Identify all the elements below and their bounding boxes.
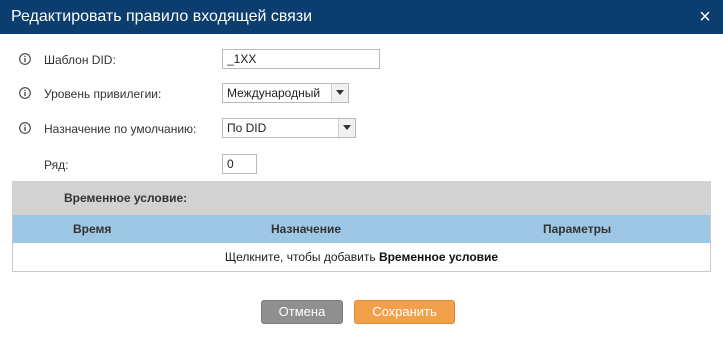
default-destination-label: Назначение по умолчанию:: [44, 122, 197, 136]
default-destination-value: По DID: [227, 121, 267, 135]
row-input[interactable]: [222, 154, 257, 174]
did-pattern-label: Шаблон DID:: [44, 53, 116, 67]
column-header-parameters: Параметры: [543, 222, 612, 236]
dropdown-arrow-icon[interactable]: [331, 84, 348, 102]
default-destination-select[interactable]: По DID: [222, 118, 356, 138]
info-icon[interactable]: [19, 87, 31, 99]
did-pattern-row: Шаблон DID:: [0, 49, 723, 71]
close-button[interactable]: ×: [695, 7, 715, 27]
time-condition-table-body: Щелкните, чтобы добавить Временное услов…: [12, 243, 711, 272]
column-header-destination: Назначение: [271, 222, 342, 236]
privilege-level-label: Уровень привилегии:: [44, 87, 162, 101]
dropdown-arrow-icon[interactable]: [338, 119, 355, 137]
info-icon[interactable]: [19, 53, 31, 65]
privilege-level-value: Международный: [227, 86, 321, 100]
row-field-row: Ряд:: [0, 154, 723, 176]
did-pattern-input[interactable]: [222, 49, 380, 69]
save-button[interactable]: Сохранить: [354, 300, 455, 324]
cancel-button[interactable]: Отмена: [261, 300, 343, 324]
dialog-titlebar: Редактировать правило входящей связи ×: [0, 0, 723, 34]
time-condition-title: Временное условие:: [64, 191, 188, 205]
add-hint-emphasis: Временное условие: [378, 250, 499, 264]
time-condition-section-header: Временное условие:: [12, 181, 711, 215]
column-header-time: Время: [73, 222, 112, 236]
privilege-level-row: Уровень привилегии: Международный: [0, 83, 723, 105]
add-hint-text: Щелкните, чтобы добавить: [224, 250, 379, 264]
dialog-title: Редактировать правило входящей связи: [11, 8, 313, 25]
edit-inbound-rule-dialog: Редактировать правило входящей связи × Ш…: [0, 0, 723, 352]
row-label: Ряд:: [44, 158, 69, 172]
privilege-level-select[interactable]: Международный: [222, 83, 349, 103]
default-destination-row: Назначение по умолчанию: По DID: [0, 118, 723, 140]
info-icon[interactable]: [19, 122, 31, 134]
time-condition-table-header: Время Назначение Параметры: [12, 215, 711, 243]
add-time-condition-link[interactable]: Щелкните, чтобы добавить Временное услов…: [13, 250, 710, 264]
